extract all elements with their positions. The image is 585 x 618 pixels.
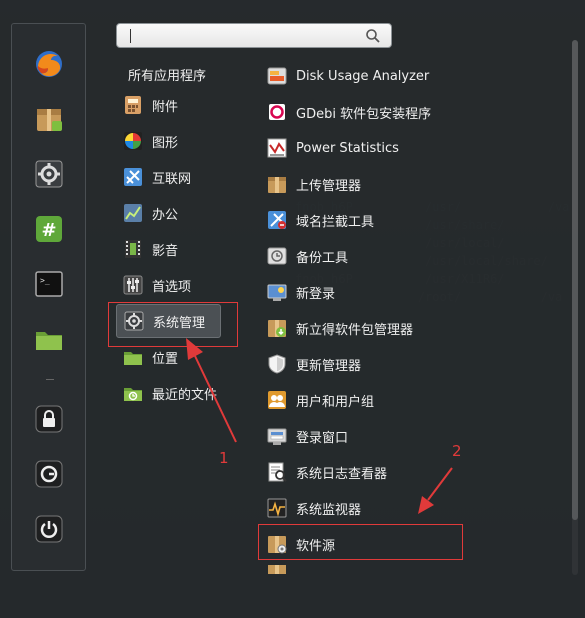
application-menu: # >_ 所有应用程序 附件 图形 互联网 办公 影音 首选项 系统管理 位置 … (0, 0, 585, 618)
annotation-arrows (186, 338, 453, 514)
annotation-label-1: 1 (219, 449, 229, 467)
annotation-label-2: 2 (452, 442, 462, 460)
